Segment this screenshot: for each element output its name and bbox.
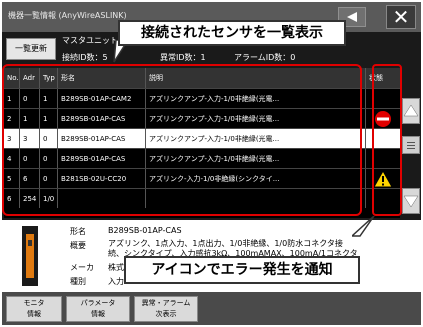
window-title: 機器一覧情報 (AnyWireASLINK) bbox=[8, 11, 127, 20]
scroll-up-button[interactable] bbox=[402, 98, 420, 124]
button-line: 情報 bbox=[91, 310, 105, 318]
button-line: 次表示 bbox=[155, 310, 177, 318]
bottom-callout-arrow bbox=[352, 216, 375, 237]
master-unit-label: マスタユニット bbox=[62, 36, 118, 45]
bottom-callout: アイコンでエラー発生を通知 bbox=[124, 256, 360, 284]
alarm-count: アラームID数：0 bbox=[234, 53, 296, 62]
grip-lines-icon bbox=[407, 142, 415, 149]
monitor-info-button[interactable]: モニタ 情報 bbox=[6, 296, 62, 322]
back-arrow-icon bbox=[347, 12, 357, 22]
button-line: パラメータ bbox=[80, 299, 116, 307]
scrollbar-thumb[interactable] bbox=[402, 136, 420, 154]
alarm-display-button[interactable]: 異常・アラーム 次表示 bbox=[134, 296, 198, 322]
detail-model-value: B289SB-01AP-CAS bbox=[108, 226, 182, 235]
list-highlight-frame bbox=[2, 64, 362, 216]
detail-summary-label: 概要 bbox=[70, 241, 86, 250]
button-line: 異常・アラーム bbox=[141, 299, 191, 307]
connected-count: 接続ID数：5 bbox=[62, 53, 108, 62]
detail-kind-label: 種別 bbox=[70, 277, 86, 286]
triangle-up-icon bbox=[403, 104, 419, 117]
sensor-amp-image bbox=[22, 226, 38, 286]
bottom-button-bar: モニタ 情報 パラメータ 情報 異常・アラーム 次表示 bbox=[2, 292, 421, 325]
error-count: 異常ID数：1 bbox=[160, 53, 206, 62]
detail-maker-label: メーカ bbox=[70, 263, 94, 272]
parameter-info-button[interactable]: パラメータ 情報 bbox=[66, 296, 130, 322]
refresh-list-button[interactable]: 一覧更新 bbox=[6, 38, 56, 60]
detail-model-label: 形名 bbox=[70, 227, 86, 236]
top-callout: 接続されたセンサを一覧表示 bbox=[118, 20, 346, 46]
scroll-down-button[interactable] bbox=[402, 188, 420, 214]
status-highlight-frame bbox=[372, 64, 402, 216]
triangle-down-icon bbox=[403, 195, 419, 208]
close-button[interactable]: ✕ bbox=[386, 5, 416, 29]
button-line: 情報 bbox=[27, 310, 41, 318]
button-line: モニタ bbox=[23, 299, 45, 307]
